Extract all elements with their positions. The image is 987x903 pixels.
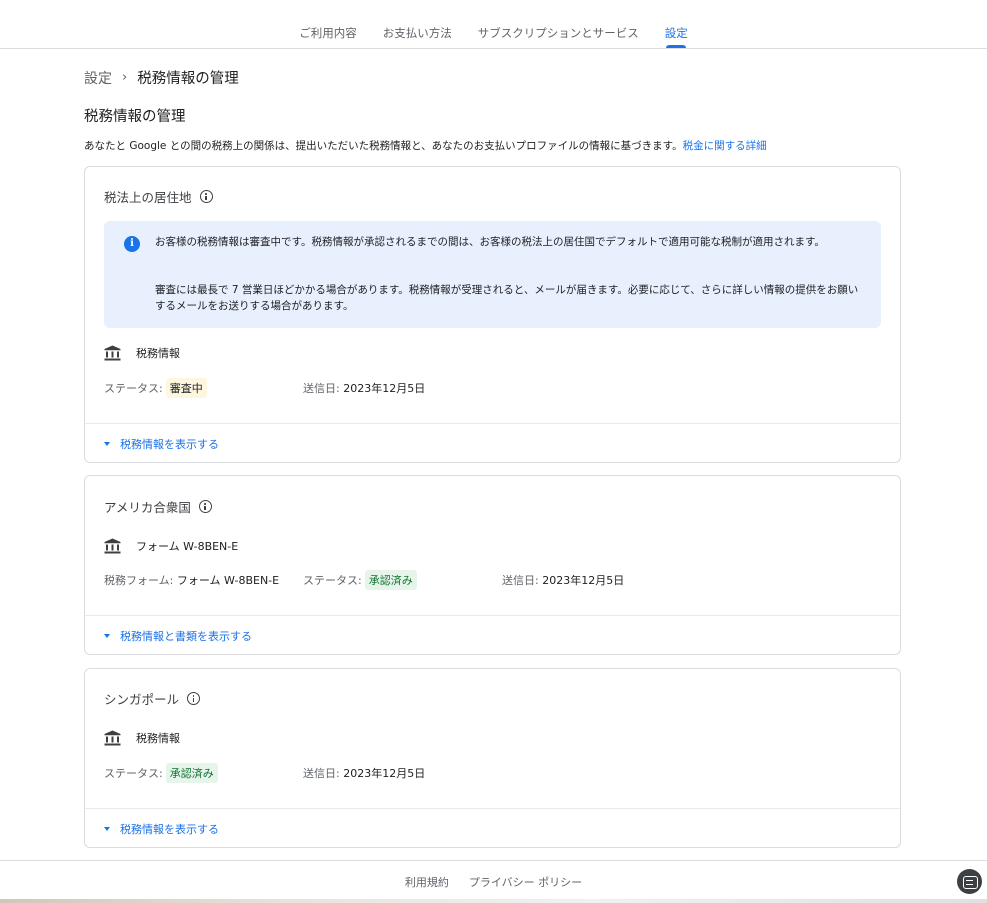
card-title-us: アメリカ合衆国 (104, 497, 212, 516)
sent-date: 2023年12月5日 (542, 574, 625, 587)
info-icon[interactable] (198, 500, 212, 513)
expand-label: 税務情報を表示する (120, 823, 219, 836)
show-tax-info-and-docs-button[interactable]: 税務情報と書類を表示する (104, 628, 252, 644)
show-tax-info-button[interactable]: 税務情報を表示する (104, 436, 219, 452)
sent-date-field: 送信日: 2023年12月5日 (502, 572, 624, 588)
bottom-strip (0, 899, 987, 903)
info-filled-icon: i (124, 236, 140, 252)
us-title: アメリカ合衆国 (104, 500, 191, 515)
sent-label: 送信日: (303, 767, 340, 780)
sent-label: 送信日: (502, 574, 539, 587)
form-value: フォーム W-8BEN-E (176, 574, 280, 587)
us-card: アメリカ合衆国 フォーム W-8BEN-E 税務フォーム: フォーム W-8BE… (84, 475, 901, 655)
bank-icon (104, 538, 121, 554)
breadcrumb-separator-icon: › (122, 70, 128, 85)
sent-date-field: 送信日: 2023年12月5日 (303, 380, 425, 396)
info-icon[interactable] (187, 692, 201, 705)
expand-label: 税務情報と書類を表示する (120, 630, 252, 643)
status-badge-pending: 審査中 (165, 378, 207, 398)
form-label: 税務フォーム: (104, 574, 174, 587)
terms-link[interactable]: 利用規約 (405, 874, 449, 890)
doc-row: 税務情報 (104, 730, 180, 746)
status-field: ステータス: 承認済み (303, 570, 417, 590)
chevron-down-icon (104, 442, 110, 446)
notice-paragraph-1: お客様の税務情報は審査中です。税務情報が承認されるまでの間は、お客様の税法上の居… (155, 236, 825, 248)
status-label: ステータス: (104, 382, 163, 395)
breadcrumb-current: 税務情報の管理 (137, 71, 239, 87)
card-divider (85, 615, 900, 616)
sent-date: 2023年12月5日 (343, 767, 426, 780)
tax-details-link[interactable]: 税金に関する詳細 (683, 140, 767, 152)
card-title-singapore: シンガポール (104, 689, 201, 708)
tab-usage[interactable]: ご利用内容 (299, 25, 357, 48)
status-label: ステータス: (104, 767, 163, 780)
bank-icon (104, 730, 121, 746)
tab-settings[interactable]: 設定 (665, 25, 688, 48)
privacy-link[interactable]: プライバシー ポリシー (469, 874, 582, 890)
card-divider (85, 423, 900, 424)
singapore-title: シンガポール (104, 692, 180, 707)
breadcrumb: 設定 › 税務情報の管理 (84, 67, 239, 88)
top-navigation: ご利用内容 お支払い方法 サブスクリプションとサービス 設定 (0, 0, 987, 49)
status-field: ステータス: 審査中 (104, 378, 207, 398)
page-title: 税務情報の管理 (84, 109, 186, 125)
doc-label: フォーム W-8BEN-E (136, 540, 239, 553)
tab-subscriptions[interactable]: サブスクリプションとサービス (478, 25, 639, 48)
residence-title: 税法上の居住地 (104, 190, 192, 205)
status-badge-approved: 承認済み (165, 763, 218, 783)
sent-date-field: 送信日: 2023年12月5日 (303, 765, 425, 781)
notice-paragraph-2: 審査には最長で 7 営業日ほどかかる場合があります。税務情報が受理されると、メー… (155, 284, 859, 312)
footer: 利用規約 プライバシー ポリシー (0, 860, 987, 900)
form-field: 税務フォーム: フォーム W-8BEN-E (104, 572, 279, 588)
tax-residence-card: 税法上の居住地 i お客様の税務情報は審査中です。税務情報が承認されるまでの間は… (84, 166, 901, 463)
info-icon[interactable] (199, 190, 213, 203)
bank-icon (104, 345, 121, 361)
review-notice: i お客様の税務情報は審査中です。税務情報が承認されるまでの間は、お客様の税法上… (104, 221, 881, 328)
footer-links: 利用規約 プライバシー ポリシー (0, 874, 987, 890)
doc-row: フォーム W-8BEN-E (104, 538, 238, 554)
intro-description: あなたと Google との間の税務上の関係は、提出いただいた税務情報と、あなた… (84, 140, 683, 152)
expand-label: 税務情報を表示する (120, 438, 219, 451)
feedback-icon[interactable] (957, 869, 982, 894)
breadcrumb-settings-link[interactable]: 設定 (84, 68, 112, 88)
nav-tabs: ご利用内容 お支払い方法 サブスクリプションとサービス 設定 (0, 25, 987, 48)
sent-date: 2023年12月5日 (343, 382, 426, 395)
status-badge-approved: 承認済み (364, 570, 417, 590)
tab-payment-methods[interactable]: お支払い方法 (383, 25, 452, 48)
chevron-down-icon (104, 634, 110, 638)
doc-row: 税務情報 (104, 345, 180, 361)
card-divider (85, 808, 900, 809)
doc-label: 税務情報 (136, 732, 180, 745)
card-title-residence: 税法上の居住地 (104, 187, 213, 206)
show-tax-info-button[interactable]: 税務情報を表示する (104, 821, 219, 837)
doc-label: 税務情報 (136, 347, 180, 360)
chevron-down-icon (104, 827, 110, 831)
status-field: ステータス: 承認済み (104, 763, 218, 783)
intro-text: あなたと Google との間の税務上の関係は、提出いただいた税務情報と、あなた… (84, 138, 767, 153)
singapore-card: シンガポール 税務情報 ステータス: 承認済み 送信日: 2023年12月5日 … (84, 668, 901, 848)
status-label: ステータス: (303, 574, 362, 587)
sent-label: 送信日: (303, 382, 340, 395)
